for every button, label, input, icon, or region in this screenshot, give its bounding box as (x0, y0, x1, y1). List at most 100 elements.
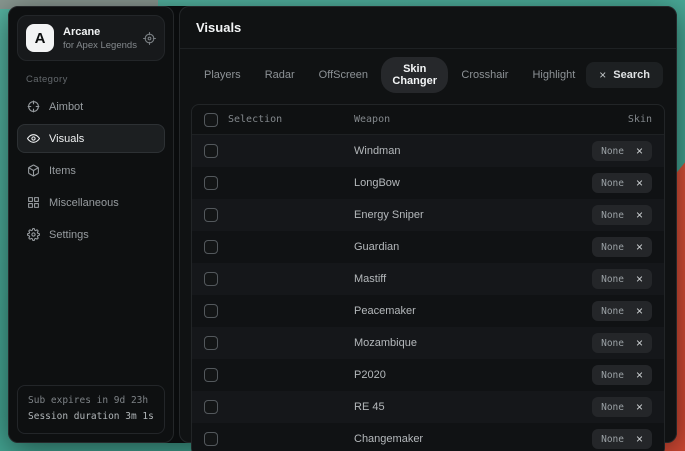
sidebar-item-aimbot[interactable]: Aimbot (17, 92, 165, 121)
tabs: PlayersRadarOffScreenSkin ChangerCrossha… (193, 57, 586, 93)
row-checkbox[interactable] (204, 368, 218, 382)
table-row: LongBow None × (192, 167, 664, 199)
sidebar-item-settings[interactable]: Settings (17, 220, 165, 249)
table-row: Guardian None × (192, 231, 664, 263)
skin-select[interactable]: None × (592, 429, 652, 449)
tab-offscreen[interactable]: OffScreen (308, 63, 379, 87)
column-skin: Skin (628, 114, 652, 125)
main-header: Visuals (180, 7, 676, 49)
package-icon (27, 164, 40, 177)
row-checkbox[interactable] (204, 432, 218, 446)
row-checkbox[interactable] (204, 208, 218, 222)
table-row: Windman None × (192, 135, 664, 167)
skin-value: None (601, 178, 624, 189)
row-checkbox[interactable] (204, 272, 218, 286)
table-row: Energy Sniper None × (192, 199, 664, 231)
tab-highlight[interactable]: Highlight (521, 63, 586, 87)
skin-value: None (601, 146, 624, 157)
category-label: Category (26, 74, 173, 85)
skin-select[interactable]: None × (592, 237, 652, 257)
tab-crosshair[interactable]: Crosshair (450, 63, 519, 87)
app-logo: A (26, 24, 54, 52)
row-checkbox[interactable] (204, 240, 218, 254)
sidebar-item-items[interactable]: Items (17, 156, 165, 185)
clear-skin-icon[interactable]: × (636, 241, 643, 253)
skin-value: None (601, 242, 624, 253)
weapon-name: Changemaker (354, 433, 592, 445)
clear-skin-icon[interactable]: × (636, 401, 643, 413)
session-duration-text: Session duration 3m 1s (28, 409, 154, 426)
skin-select[interactable]: None × (592, 301, 652, 321)
clear-skin-icon[interactable]: × (636, 177, 643, 189)
weapon-name: Energy Sniper (354, 209, 592, 221)
skin-value: None (601, 402, 624, 413)
subscription-status: Sub expires in 9d 23h Session duration 3… (17, 385, 165, 434)
skin-select[interactable]: None × (592, 173, 652, 193)
skin-select[interactable]: None × (592, 397, 652, 417)
skin-select[interactable]: None × (592, 141, 652, 161)
row-checkbox[interactable] (204, 144, 218, 158)
tab-players[interactable]: Players (193, 63, 252, 87)
sidebar: A Arcane for Apex Legends Category Aimbo… (8, 6, 174, 443)
row-checkbox[interactable] (204, 304, 218, 318)
sidebar-item-visuals[interactable]: Visuals (17, 124, 165, 153)
skin-select[interactable]: None × (592, 333, 652, 353)
app-header-card: A Arcane for Apex Legends (17, 15, 165, 61)
row-checkbox[interactable] (204, 400, 218, 414)
skin-select[interactable]: None × (592, 269, 652, 289)
table-row: RE 45 None × (192, 391, 664, 423)
sidebar-nav: Aimbot Visuals Items Miscellaneous Settings (9, 92, 173, 249)
x-icon: × (599, 69, 606, 81)
app-window: A Arcane for Apex Legends Category Aimbo… (8, 6, 677, 443)
sidebar-item-label: Items (49, 165, 76, 177)
tab-skin-changer[interactable]: Skin Changer (381, 57, 448, 93)
sidebar-item-label: Miscellaneous (49, 197, 119, 209)
sidebar-item-label: Visuals (49, 133, 84, 145)
clear-skin-icon[interactable]: × (636, 273, 643, 285)
clear-skin-icon[interactable]: × (636, 145, 643, 157)
clear-skin-icon[interactable]: × (636, 433, 643, 445)
column-weapon: Weapon (354, 114, 628, 125)
row-checkbox[interactable] (204, 336, 218, 350)
gear-icon (27, 228, 40, 241)
skin-value: None (601, 434, 624, 445)
table-header: Selection Weapon Skin (192, 105, 664, 135)
clear-skin-icon[interactable]: × (636, 369, 643, 381)
eye-icon (27, 132, 40, 145)
sub-expires-text: Sub expires in 9d 23h (28, 393, 154, 410)
select-all-checkbox[interactable] (204, 113, 218, 127)
skin-value: None (601, 274, 624, 285)
table-row: MozambiqueNone× (192, 327, 664, 359)
weapon-name: P2020 (354, 369, 592, 381)
crosshair-icon (27, 100, 40, 113)
search-button-label: Search (613, 69, 650, 81)
skin-value: None (601, 338, 624, 349)
clear-skin-icon[interactable]: × (636, 337, 643, 349)
skin-value: None (601, 210, 624, 221)
row-checkbox[interactable] (204, 176, 218, 190)
weapon-name: Mastiff (354, 273, 592, 285)
weapon-name: Peacemaker (354, 305, 592, 317)
skin-value: None (601, 370, 624, 381)
tabs-row: PlayersRadarOffScreenSkin ChangerCrossha… (180, 49, 676, 102)
skin-select[interactable]: None × (592, 205, 652, 225)
app-subtitle: for Apex Legends (63, 40, 134, 51)
table-row: Changemaker None × (192, 423, 664, 451)
main-panel: Visuals PlayersRadarOffScreenSkin Change… (179, 6, 677, 443)
sidebar-item-miscellaneous[interactable]: Miscellaneous (17, 188, 165, 217)
tab-radar[interactable]: Radar (254, 63, 306, 87)
skin-select[interactable]: None × (592, 365, 652, 385)
page-title: Visuals (196, 20, 241, 35)
weapon-name: Windman (354, 145, 592, 157)
weapon-name: LongBow (354, 177, 592, 189)
weapon-name: RE 45 (354, 401, 592, 413)
search-button[interactable]: × Search (586, 62, 663, 88)
clear-skin-icon[interactable]: × (636, 305, 643, 317)
clear-skin-icon[interactable]: × (636, 209, 643, 221)
target-icon[interactable] (143, 32, 156, 45)
weapon-name: Guardian (354, 241, 592, 253)
table-row: Peacemaker None × (192, 295, 664, 327)
skin-value: None (601, 306, 624, 317)
table-body: WindmanNone×LongBowNone×Energy SniperNon… (192, 135, 664, 451)
table-row: Mastiff None × (192, 263, 664, 295)
